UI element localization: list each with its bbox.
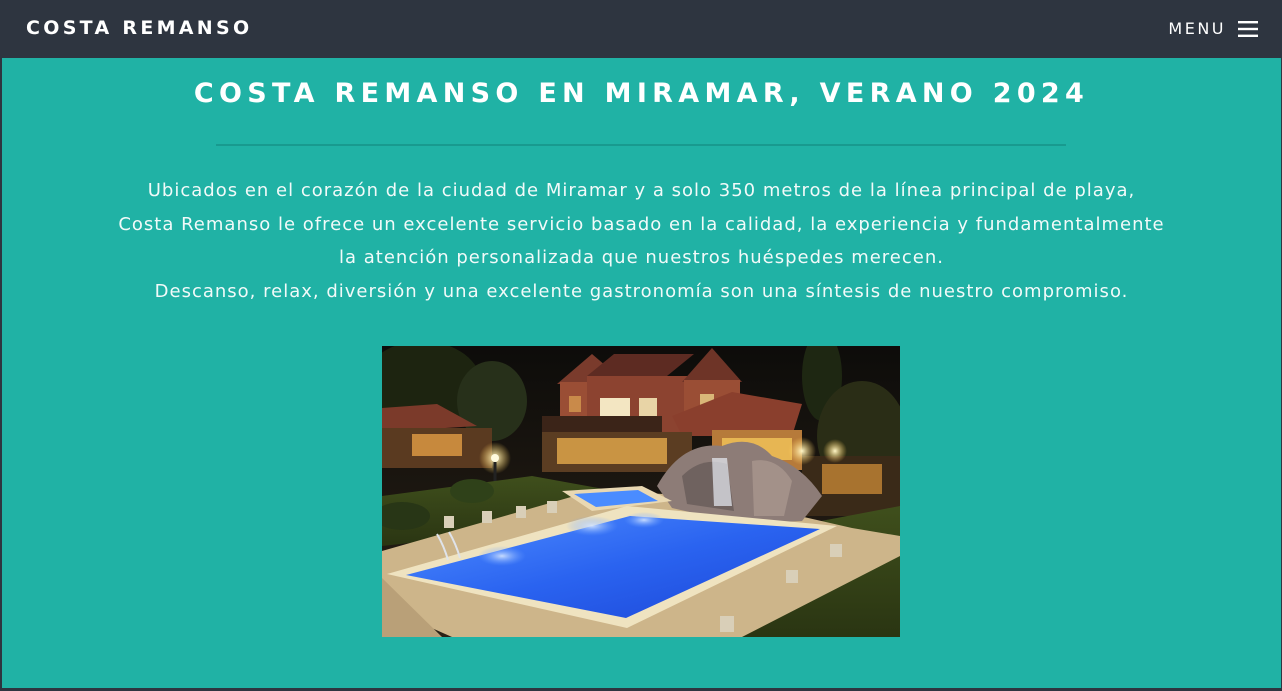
brand-logo-text[interactable]: COSTA REMANSO (26, 16, 252, 40)
description-line: Descanso, relax, diversión y una excelen… (154, 280, 1129, 302)
intro-section: COSTA REMANSO EN MIRAMAR, VERANO 2024 Ub… (2, 58, 1281, 688)
menu-button[interactable]: MENU (1168, 17, 1258, 41)
description-line: Costa Remanso le ofrece un excelente ser… (118, 213, 1165, 235)
hamburger-icon (1238, 21, 1258, 37)
menu-label: MENU (1168, 19, 1226, 38)
description-line: Ubicados en el corazón de la ciudad de M… (147, 180, 1136, 201)
title-divider (216, 144, 1066, 146)
hotel-pool-photo[interactable] (382, 346, 900, 637)
intro-description: Ubicados en el corazón de la ciudad de M… (2, 174, 1281, 308)
top-navbar: COSTA REMANSO MENU (0, 0, 1282, 58)
description-line: la atención personalizada que nuestros h… (339, 247, 944, 268)
page-title: COSTA REMANSO EN MIRAMAR, VERANO 2024 (193, 78, 1090, 109)
